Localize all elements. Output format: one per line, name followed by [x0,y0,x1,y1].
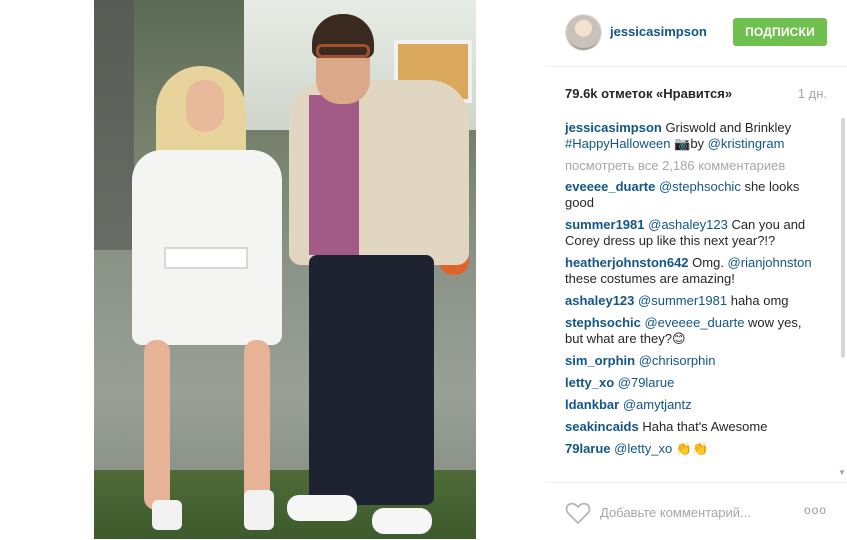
comment-item: seakincaids Haha that's Awesome [565,419,823,435]
comment-item: 79larue @letty_xo 👏👏 [565,441,823,457]
caption-text: Griswold and Brinkley [661,120,792,135]
photo-woman-belt [164,247,248,269]
photo-woman-shoe [244,490,274,530]
comment-mention[interactable]: @ashaley123 [648,217,728,232]
post-time[interactable]: 1 дн. [798,86,827,101]
post-footer: Добавьте комментарий... ooo [547,482,847,540]
comment-username[interactable]: sim_orphin [565,353,635,368]
comment-mention[interactable]: @summer1981 [638,293,727,308]
camera-icon: 📷 [670,136,691,151]
comment-mention[interactable]: @eveeee_duarte [644,315,744,330]
comment-item: letty_xo @79larue [565,375,823,391]
comment-text: haha omg [727,293,789,308]
comment-username[interactable]: heatherjohnston642 [565,255,689,270]
avatar[interactable] [565,14,602,51]
caption: jessicasimpson Griswold and Brinkley #Ha… [565,120,823,152]
comments-list: jessicasimpson Griswold and Brinkley #Ha… [565,120,823,463]
comment-username[interactable]: summer1981 [565,217,645,232]
photo-man-glasses [316,44,370,58]
comment-item: sim_orphin @chrisorphin [565,353,823,369]
author-username[interactable]: jessicasimpson [610,24,707,39]
photo-woman-shoe [152,500,182,530]
comment-text: Omg. [688,255,728,270]
more-options-icon[interactable]: ooo [804,503,827,517]
photo-man-shoe [287,495,357,521]
comment-username[interactable]: ashaley123 [565,293,634,308]
scrollbar-thumb[interactable] [841,118,845,358]
scroll-down-arrow-icon[interactable]: ▼ [838,468,846,477]
photo-woman-leg [144,340,170,510]
comment-text: Haha that's Awesome [638,419,768,434]
comment-mention[interactable]: @79larue [618,375,675,390]
comment-mention[interactable]: @stephsochic [659,179,741,194]
caption-username[interactable]: jessicasimpson [565,120,662,135]
comment-username[interactable]: 79larue [565,441,611,456]
heart-icon[interactable] [565,501,591,525]
comment-username[interactable]: stephsochic [565,315,641,330]
photo-man-shoe [372,508,432,534]
comment-item: ashaley123 @summer1981 haha omg [565,293,823,309]
photo-man-shirt [309,95,359,255]
photo-woman-leg [244,340,270,510]
comment-username[interactable]: eveeee_duarte [565,179,655,194]
comment-mention[interactable]: @amytjantz [623,397,692,412]
add-comment-input[interactable]: Добавьте комментарий... [600,505,751,520]
comment-text: these costumes are amazing! [565,271,735,286]
gutter [476,0,547,539]
comment-mention[interactable]: @chrisorphin [639,353,716,368]
left-margin [0,0,94,539]
comment-mention[interactable]: @letty_xo [614,441,672,456]
comment-username[interactable]: seakincaids [565,419,639,434]
post-photo[interactable] [94,0,476,539]
comment-item: heatherjohnston642 Omg. @rianjohnston th… [565,255,823,287]
follow-button[interactable]: ПОДПИСКИ [733,18,827,46]
comment-item: summer1981 @ashaley123 Can you and Corey… [565,217,823,249]
comment-item: stephsochic @eveeee_duarte wow yes, but … [565,315,823,347]
post-side-panel: jessicasimpson ПОДПИСКИ 79.6k отметок «Н… [547,0,847,539]
comment-username[interactable]: letty_xo [565,375,614,390]
post-header: jessicasimpson ПОДПИСКИ [547,0,847,67]
comments-scrollbar[interactable] [839,118,847,480]
photo-woman-face [186,80,224,132]
comment-item: eveeee_duarte @stephsochic she looks goo… [565,179,823,211]
caption-hashtag[interactable]: #HappyHalloween [565,136,671,151]
caption-mention[interactable]: @kristingram [708,136,785,151]
comment-text: 👏👏 [672,441,709,456]
photo-man-pants [309,255,434,505]
view-all-comments-link[interactable]: посмотреть все 2,186 комментариев [565,158,823,173]
likes-count[interactable]: 79.6k отметок «Нравится» [565,86,732,101]
caption-text: by [690,136,708,151]
comment-mention[interactable]: @rianjohnston [728,255,812,270]
comment-item: ldankbar @amytjantz [565,397,823,413]
comment-username[interactable]: ldankbar [565,397,619,412]
